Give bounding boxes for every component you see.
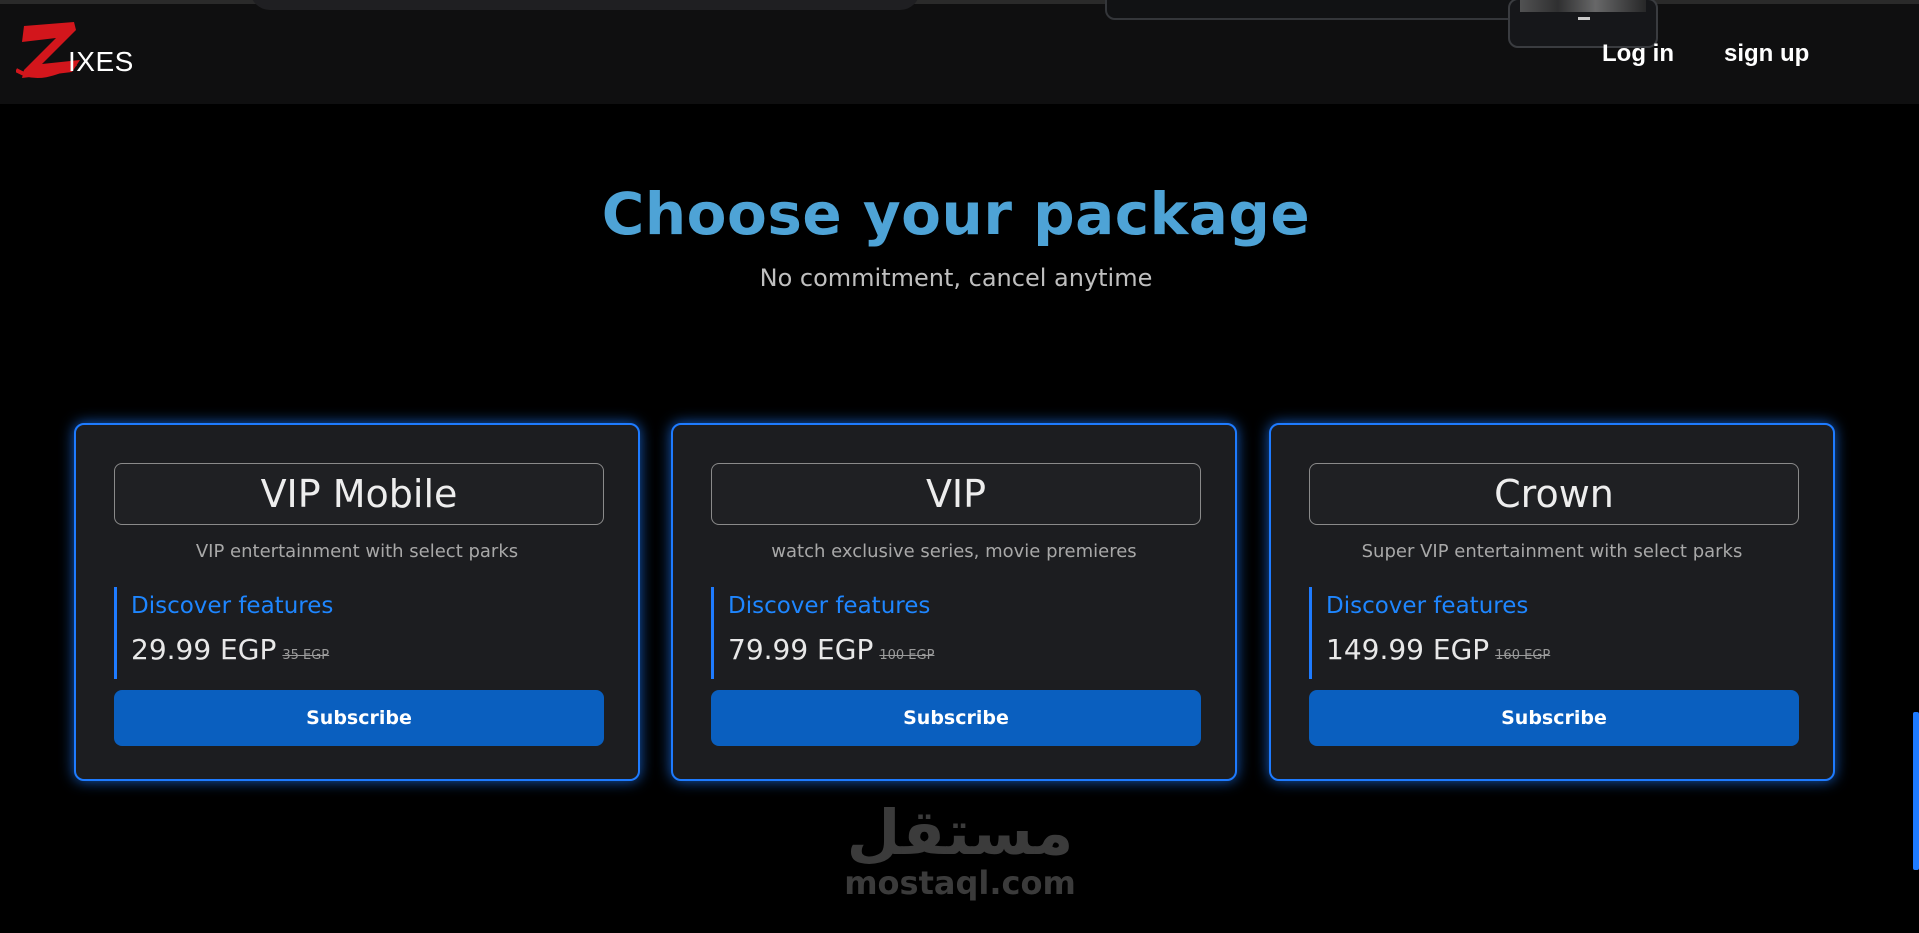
package-old-price: 35 EGP bbox=[282, 648, 330, 663]
login-link[interactable]: Log in bbox=[1602, 40, 1674, 68]
package-old-price: 100 EGP bbox=[879, 648, 935, 663]
signup-link[interactable]: sign up bbox=[1724, 40, 1809, 68]
package-old-price: 160 EGP bbox=[1495, 648, 1551, 663]
package-card-vip: VIP watch exclusive series, movie premie… bbox=[671, 423, 1237, 781]
package-description: VIP entertainment with select parks bbox=[195, 541, 519, 562]
package-card-vip-mobile: VIP Mobile VIP entertainment with select… bbox=[74, 423, 640, 781]
package-name: VIP bbox=[711, 463, 1201, 525]
discover-features-link[interactable]: Discover features bbox=[1326, 593, 1528, 619]
package-features-block: Discover features 149.99 EGP 160 EGP bbox=[1309, 587, 1802, 679]
package-card-crown: Crown Super VIP entertainment with selec… bbox=[1269, 423, 1835, 781]
package-price: 79.99 EGP bbox=[728, 633, 874, 666]
package-name: Crown bbox=[1309, 463, 1799, 525]
subscribe-button[interactable]: Subscribe bbox=[1309, 690, 1799, 746]
price-line: 149.99 EGP 160 EGP bbox=[1326, 633, 1550, 666]
top-navigation-bar: IXES Log in sign up bbox=[0, 0, 1919, 104]
subscribe-button[interactable]: Subscribe bbox=[114, 690, 604, 746]
discover-features-link[interactable]: Discover features bbox=[131, 593, 333, 619]
thumbnail-indicator bbox=[1578, 17, 1590, 20]
price-line: 29.99 EGP 35 EGP bbox=[131, 633, 329, 666]
package-description: watch exclusive series, movie premieres bbox=[771, 541, 1137, 562]
page-subtitle: No commitment, cancel anytime bbox=[759, 264, 1153, 292]
package-name: VIP Mobile bbox=[114, 463, 604, 525]
package-features-block: Discover features 29.99 EGP 35 EGP bbox=[114, 587, 607, 679]
brand-logo-text: IXES bbox=[68, 46, 134, 77]
package-price: 29.99 EGP bbox=[131, 633, 277, 666]
discover-features-link[interactable]: Discover features bbox=[728, 593, 930, 619]
brand-logo[interactable]: IXES bbox=[16, 20, 136, 90]
watermark-arabic-text: مستقل bbox=[846, 796, 1074, 869]
package-features-block: Discover features 79.99 EGP 100 EGP bbox=[711, 587, 1204, 679]
package-price: 149.99 EGP bbox=[1326, 633, 1490, 666]
background-search-pill bbox=[250, 0, 920, 10]
price-line: 79.99 EGP 100 EGP bbox=[728, 633, 934, 666]
subscribe-button[interactable]: Subscribe bbox=[711, 690, 1201, 746]
mostaql-watermark: مستقل mostaql.com bbox=[830, 796, 1090, 902]
scrollbar-thumb[interactable] bbox=[1913, 712, 1919, 870]
background-panel bbox=[1105, 0, 1529, 20]
page-title: Choose your package bbox=[601, 180, 1311, 248]
watermark-latin-text: mostaql.com bbox=[844, 864, 1076, 902]
thumbnail-image bbox=[1520, 0, 1646, 12]
package-description: Super VIP entertainment with select park… bbox=[1361, 541, 1743, 562]
